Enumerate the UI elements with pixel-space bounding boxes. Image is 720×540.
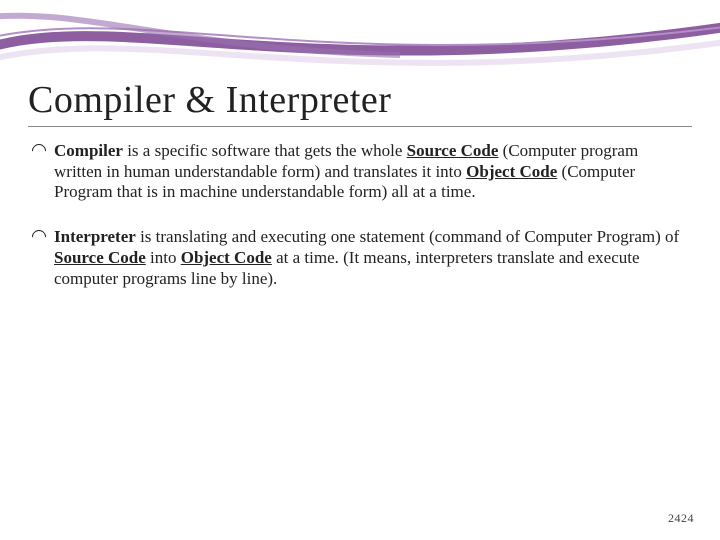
term-source-code: Source Code <box>407 141 499 160</box>
page-title: Compiler & Interpreter <box>28 78 692 127</box>
term-object-code: Object Code <box>466 162 557 181</box>
term-interpreter: Interpreter <box>54 227 136 246</box>
term-object-code: Object Code <box>181 248 272 267</box>
term-compiler: Compiler <box>54 141 123 160</box>
text: is a specific software that gets the who… <box>123 141 407 160</box>
body-list: Compiler is a specific software that get… <box>28 141 692 289</box>
term-source-code: Source Code <box>54 248 146 267</box>
text: is translating and executing one stateme… <box>136 227 679 246</box>
text: into <box>146 248 181 267</box>
page-number: 2424 <box>668 511 694 526</box>
list-item: Interpreter is translating and executing… <box>32 227 684 289</box>
list-item: Compiler is a specific software that get… <box>32 141 684 203</box>
slide-content: Compiler & Interpreter Compiler is a spe… <box>0 0 720 289</box>
